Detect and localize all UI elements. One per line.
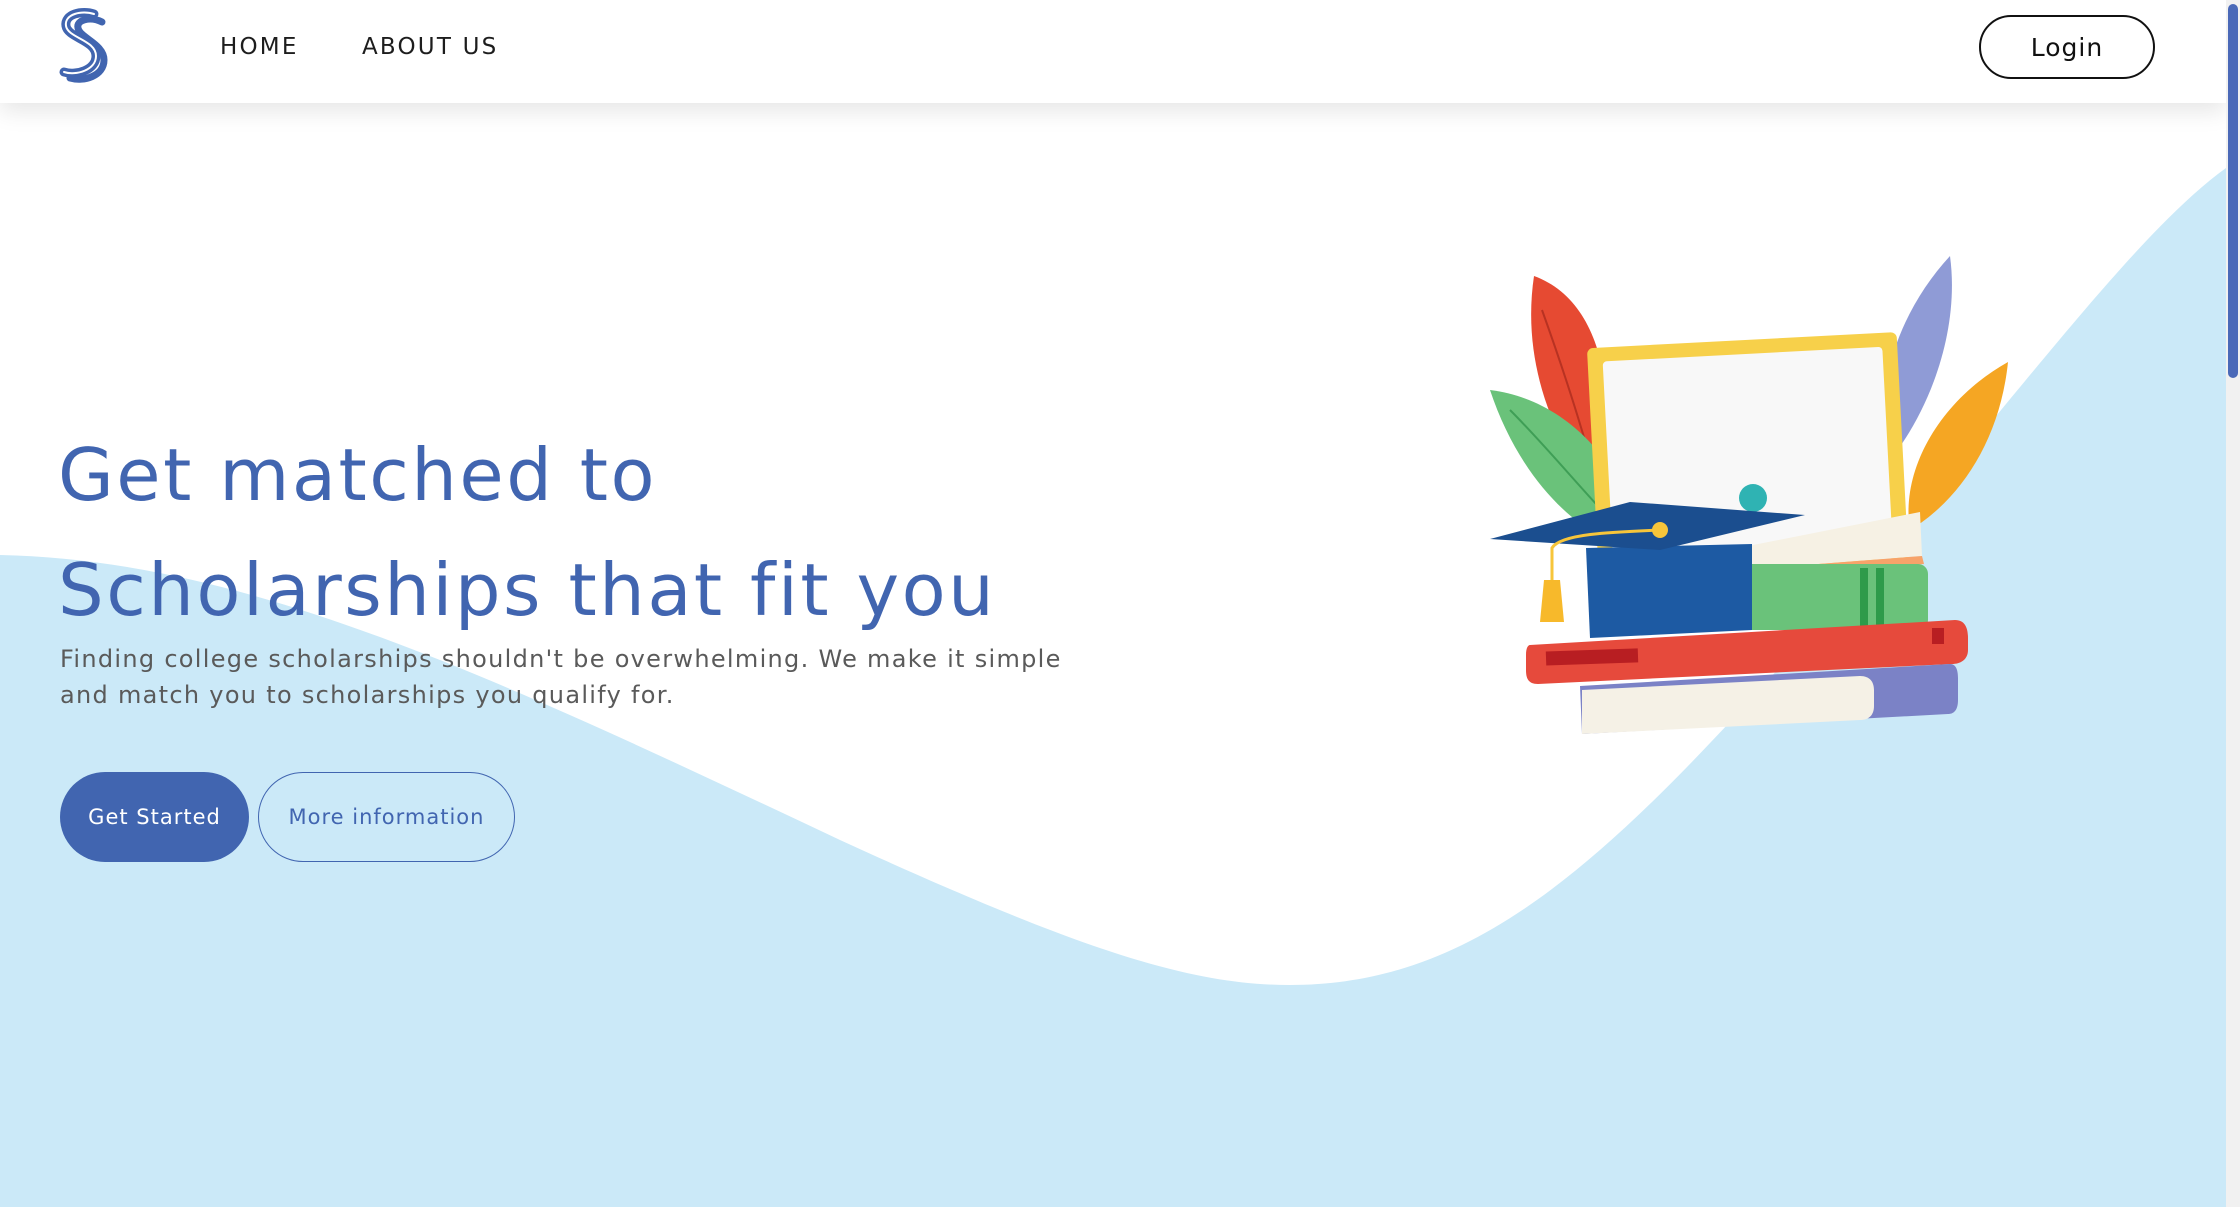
hero-title: Get matched to Scholarships that fit you [58,418,996,648]
hero-title-line-2: Scholarships that fit you [58,548,997,632]
graduation-books-illustration-icon [1490,256,2008,734]
nav-link-about-us[interactable]: ABOUT US [362,34,498,60]
hero-subtitle: Finding college scholarships shouldn't b… [60,645,1062,709]
hero-title-line-1: Get matched to [58,433,658,517]
more-information-button[interactable]: More information [258,772,515,862]
vertical-scrollbar[interactable] [2226,0,2240,1207]
top-navbar: HOME ABOUT US Login [0,0,2226,103]
nav-link-home[interactable]: HOME [220,34,299,60]
login-button[interactable]: Login [1979,15,2155,79]
get-started-button[interactable]: Get Started [60,772,249,862]
brand-logo-icon[interactable] [50,6,114,86]
scrollbar-thumb[interactable] [2228,4,2238,378]
page: HOME ABOUT US Login Get matched to Schol… [0,0,2226,1207]
